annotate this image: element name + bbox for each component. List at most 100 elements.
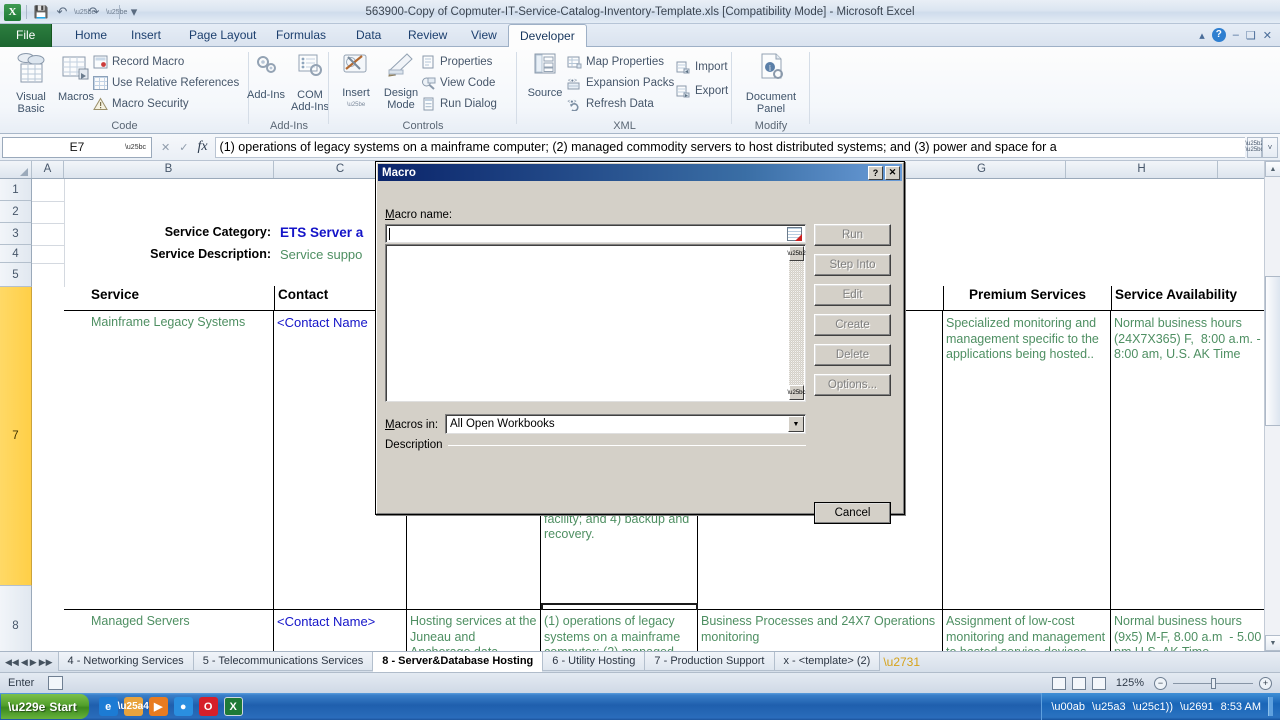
sheet-tab-telecommunications[interactable]: 5 - Telecommunications Services bbox=[192, 652, 374, 671]
properties-button[interactable]: Properties bbox=[421, 55, 492, 69]
column-header-g[interactable]: G bbox=[898, 161, 1066, 178]
row-header-7[interactable]: 7 bbox=[0, 287, 32, 586]
tab-review[interactable]: Review bbox=[397, 24, 458, 47]
sheet-tab-utility-hosting[interactable]: 6 - Utility Hosting bbox=[542, 652, 646, 671]
cell-h5-header-service-availability[interactable]: Service Availability bbox=[1111, 286, 1271, 311]
view-code-button[interactable]: View Code bbox=[421, 76, 495, 90]
run-button[interactable]: Run bbox=[814, 224, 891, 246]
macro-security-button[interactable]: Macro Security bbox=[93, 97, 189, 111]
show-hidden-icons-icon[interactable]: \u00ab bbox=[1051, 701, 1085, 713]
scrollbar-thumb[interactable] bbox=[1265, 276, 1280, 426]
tab-data[interactable]: Data bbox=[345, 24, 392, 47]
cell-h7-availability[interactable]: Normal business hours (24X7X365) F, 8:00… bbox=[1111, 311, 1271, 610]
page-break-view-icon[interactable] bbox=[1091, 676, 1106, 690]
chrome-icon[interactable]: ● bbox=[173, 697, 193, 716]
next-sheet-icon[interactable]: ▶ bbox=[30, 657, 37, 668]
macro-list-scroll-down[interactable]: \u25bc bbox=[788, 385, 806, 400]
cell-b2-service-category-label[interactable]: Service Category: bbox=[64, 224, 274, 246]
zoom-out-button[interactable]: − bbox=[1154, 676, 1167, 690]
sheet-tab-networking-services[interactable]: 4 - Networking Services bbox=[57, 652, 194, 671]
insert-control-button[interactable]: Insert \u25be bbox=[332, 51, 380, 111]
tab-insert[interactable]: Insert bbox=[120, 24, 172, 47]
tab-formulas[interactable]: Formulas bbox=[265, 24, 337, 47]
tab-developer[interactable]: Developer bbox=[508, 24, 587, 48]
row-header-3[interactable]: 3 bbox=[0, 223, 32, 245]
cell-b7-service[interactable]: Mainframe Legacy Systems bbox=[64, 311, 274, 610]
cell-g8-premium[interactable]: Assignment of low-cost monitoring and ma… bbox=[943, 610, 1111, 651]
macro-list-scroll-up[interactable]: \u25b2 bbox=[787, 246, 806, 261]
start-button[interactable]: \u229e Start bbox=[1, 694, 89, 719]
help-icon[interactable]: ? bbox=[1211, 28, 1226, 42]
prev-sheet-icon[interactable]: ◀ bbox=[21, 657, 28, 668]
tab-home[interactable]: Home bbox=[64, 24, 118, 47]
run-dialog-button[interactable]: Run Dialog bbox=[421, 97, 497, 111]
column-header-h[interactable]: H bbox=[1066, 161, 1218, 178]
media-player-icon[interactable]: ▶ bbox=[148, 697, 168, 716]
name-box-dropdown-icon[interactable]: \u25bc bbox=[125, 144, 146, 151]
last-sheet-icon[interactable]: ▶▶ bbox=[39, 657, 53, 668]
cell-g5-header-premium-services[interactable]: Premium Services bbox=[943, 286, 1111, 311]
tab-page-layout[interactable]: Page Layout bbox=[178, 24, 267, 47]
cell-b5-header-service[interactable]: Service bbox=[64, 286, 274, 311]
folder-icon[interactable]: \u25a4 bbox=[118, 697, 149, 716]
delete-button[interactable]: Delete bbox=[814, 344, 891, 366]
minimize-window-icon[interactable]: – bbox=[1233, 29, 1239, 41]
row-header-1[interactable]: 1 bbox=[0, 179, 32, 201]
macros-in-dropdown-icon[interactable]: ▼ bbox=[788, 416, 804, 432]
macro-list-box[interactable]: \u25b2 \u25bc bbox=[385, 244, 806, 402]
xml-source-button[interactable]: Source bbox=[521, 51, 569, 99]
cell-f8-business[interactable]: Business Processes and 24X7 Operations m… bbox=[698, 610, 943, 651]
create-button[interactable]: Create bbox=[814, 314, 891, 336]
sheet-nav-buttons[interactable]: ◀◀ ◀ ▶ ▶▶ bbox=[0, 652, 58, 672]
use-relative-references-button[interactable]: Use Relative References bbox=[93, 76, 239, 90]
insert-dropdown-icon[interactable]: \u25be bbox=[332, 99, 380, 111]
map-properties-button[interactable]: Map Properties bbox=[567, 55, 664, 69]
design-mode-button[interactable]: Design Mode bbox=[377, 51, 425, 111]
opera-icon[interactable]: O bbox=[198, 697, 218, 716]
document-panel-button[interactable]: i Document Panel bbox=[740, 51, 802, 115]
zoom-level[interactable]: 125% bbox=[1116, 677, 1144, 689]
macro-dialog-title-bar[interactable]: Macro ? ✕ bbox=[378, 164, 902, 181]
cancel-formula-icon[interactable]: ✕ bbox=[161, 141, 170, 154]
page-layout-view-icon[interactable] bbox=[1071, 676, 1086, 690]
scroll-down-button[interactable]: ▼ bbox=[1265, 635, 1280, 651]
expand-formula-bar-icon[interactable]: ˅ bbox=[1262, 136, 1278, 158]
step-into-button[interactable]: Step Into bbox=[814, 254, 891, 276]
internet-explorer-icon[interactable]: e bbox=[98, 697, 118, 716]
macro-dialog-close-button[interactable]: ✕ bbox=[885, 165, 900, 180]
expansion-packs-button[interactable]: <●> Expansion Packs bbox=[567, 76, 674, 90]
insert-function-icon[interactable]: fx bbox=[197, 139, 207, 155]
cell-e8-operations[interactable]: (1) operations of legacy systems on a ma… bbox=[541, 610, 698, 651]
macro-button-icon[interactable] bbox=[787, 227, 802, 241]
options-button[interactable]: Options... bbox=[814, 374, 891, 396]
cell-c8-contact[interactable]: <Contact Name> bbox=[274, 610, 407, 651]
sheet-tab-production-support[interactable]: 7 - Production Support bbox=[644, 652, 775, 671]
normal-view-icon[interactable] bbox=[1051, 676, 1066, 690]
show-desktop-button[interactable] bbox=[1268, 697, 1273, 716]
zoom-slider[interactable] bbox=[1173, 677, 1253, 689]
row-header-2[interactable]: 2 bbox=[0, 201, 32, 223]
cell-d8-hosting[interactable]: Hosting services at the Juneau and Ancho… bbox=[407, 610, 541, 651]
macro-name-input[interactable] bbox=[385, 224, 806, 243]
tab-view[interactable]: View bbox=[460, 24, 508, 47]
macro-dialog[interactable]: Macro ? ✕ Macro name: \u25b2 \u25bc Run … bbox=[375, 161, 905, 524]
column-header-a[interactable]: A bbox=[32, 161, 64, 178]
cell-b8-service[interactable]: Managed Servers bbox=[64, 610, 274, 651]
export-button[interactable]: Export bbox=[676, 84, 728, 98]
action-center-flag-icon[interactable]: \u2691 bbox=[1180, 701, 1214, 713]
cancel-button[interactable]: Cancel bbox=[814, 502, 891, 524]
insert-worksheet-icon[interactable]: \u2731 bbox=[883, 652, 920, 672]
macro-dialog-help-button[interactable]: ? bbox=[868, 165, 883, 180]
zoom-slider-knob[interactable] bbox=[1211, 677, 1216, 689]
excel-icon[interactable]: X bbox=[223, 697, 243, 716]
column-header-b[interactable]: B bbox=[64, 161, 274, 178]
formula-bar-scroll-buttons[interactable]: \u25b2 \u25bc bbox=[1245, 136, 1264, 158]
select-all-corner[interactable] bbox=[0, 161, 32, 178]
sheet-tab-server-database-hosting[interactable]: 8 - Server&Database Hosting bbox=[372, 652, 544, 672]
record-macro-button[interactable]: Record Macro bbox=[93, 55, 184, 69]
macros-in-select[interactable]: All Open Workbooks ▼ bbox=[445, 414, 806, 434]
restore-window-icon[interactable]: ❑ bbox=[1246, 29, 1256, 42]
formula-input[interactable]: (1) operations of legacy systems on a ma… bbox=[214, 136, 1245, 158]
edit-button[interactable]: Edit bbox=[814, 284, 891, 306]
collapse-ribbon-icon[interactable]: ▴ bbox=[1199, 29, 1205, 42]
